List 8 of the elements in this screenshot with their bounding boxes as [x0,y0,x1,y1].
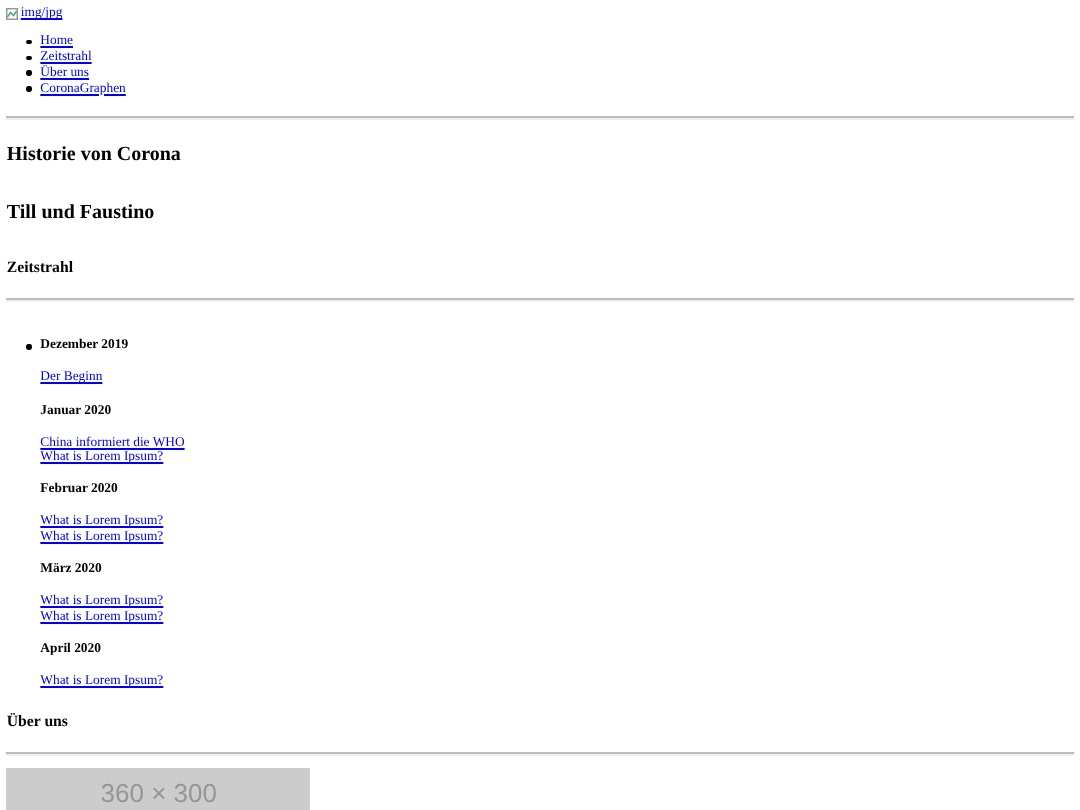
bullet-icon [26,55,32,61]
bullet-icon [26,70,32,76]
page-heading: Till und Faustino [6,201,157,226]
bullet-icon [26,86,32,92]
broken-image-icon [6,7,19,20]
bullet-icon [26,40,32,45]
page-heading: Historie von Corona [6,143,183,168]
bullet-icon [26,344,32,350]
